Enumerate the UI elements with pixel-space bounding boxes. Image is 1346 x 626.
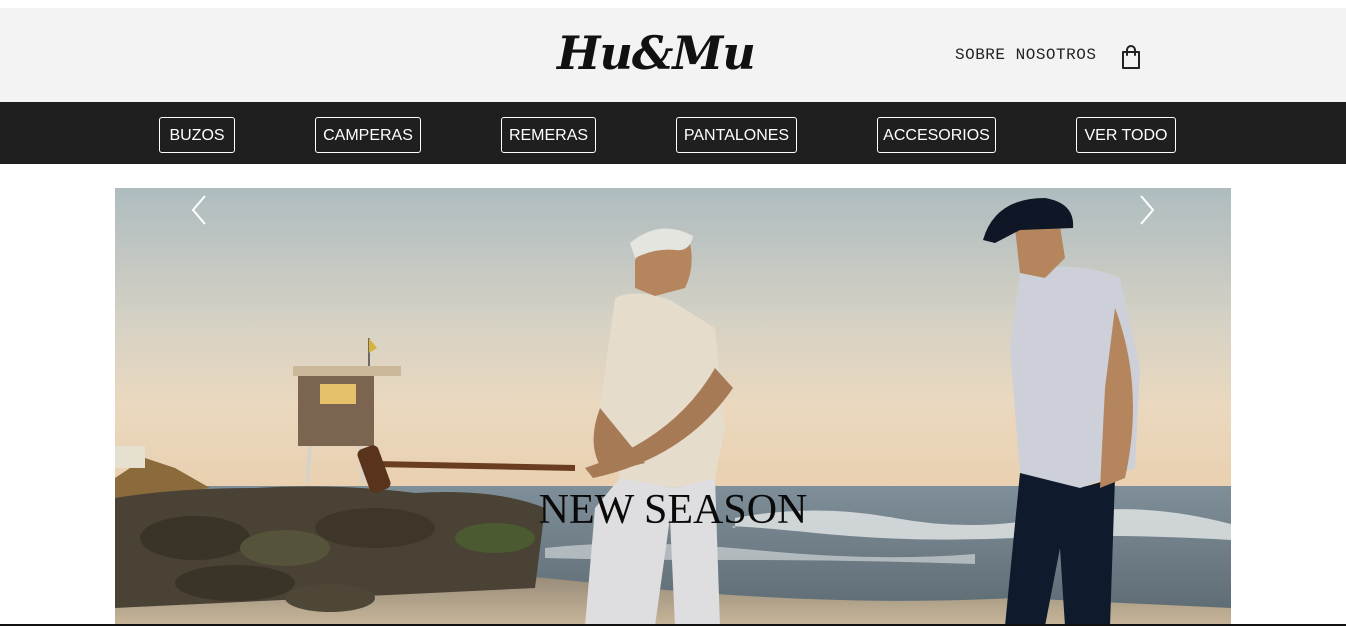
about-us-link[interactable]: SOBRE NOSOTROS: [955, 46, 1096, 64]
page: Hu&Mu SOBRE NOSOTROS BUZOS CAMPERAS REME…: [0, 0, 1346, 626]
nav-item-pantalones[interactable]: PANTALONES: [676, 117, 797, 153]
category-nav: BUZOS CAMPERAS REMERAS PANTALONES ACCESO…: [0, 102, 1346, 164]
nav-item-ver-todo[interactable]: VER TODO: [1076, 117, 1176, 153]
nav-item-camperas[interactable]: CAMPERAS: [315, 117, 421, 153]
shopping-bag-icon[interactable]: [1120, 44, 1142, 70]
nav-item-accesorios[interactable]: ACCESORIOS: [877, 117, 996, 153]
hero-caption: NEW SEASON: [538, 487, 808, 533]
hero-carousel: NEW SEASON: [115, 188, 1231, 626]
chevron-right-icon[interactable]: [1133, 188, 1163, 232]
site-logo[interactable]: Hu&Mu: [557, 30, 756, 76]
nav-item-remeras[interactable]: REMERAS: [501, 117, 596, 153]
nav-item-buzos[interactable]: BUZOS: [159, 117, 235, 153]
hero-image: [115, 188, 1231, 626]
chevron-left-icon[interactable]: [183, 188, 213, 232]
site-header: Hu&Mu SOBRE NOSOTROS: [0, 8, 1346, 102]
